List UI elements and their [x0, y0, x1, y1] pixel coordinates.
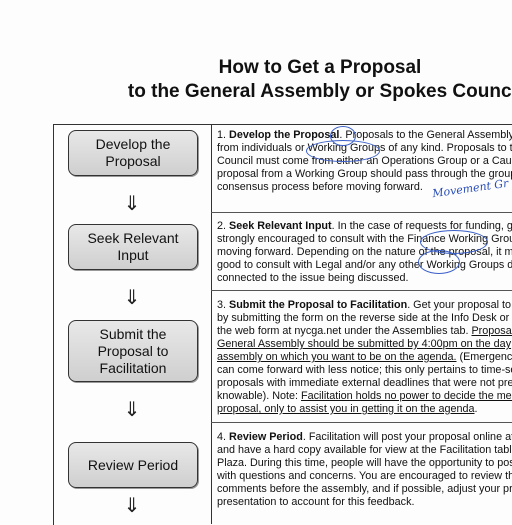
flow-box-line: Review Period: [88, 457, 178, 473]
down-arrow-icon: ⇓: [122, 400, 142, 420]
step-number: 4.: [217, 431, 226, 443]
row-divider-1: [211, 212, 512, 213]
page-title-line-1: How to Get a Proposal: [0, 56, 512, 80]
flow-box-seek-input: Seek RelevantInput: [68, 224, 198, 270]
step-line: proposals with immediate external deadli…: [217, 377, 512, 389]
step-line: Facilitation holds no power to decide th…: [301, 390, 512, 402]
flow-box-line: Proposal to: [98, 343, 169, 359]
flow-box-line: Proposal: [105, 153, 160, 169]
step-title: Seek Relevant Input: [229, 220, 332, 232]
step-line: General Assembly should be submitted by …: [217, 338, 511, 350]
step-line: by submitting the form on the reverse si…: [217, 312, 509, 324]
step-number: 3.: [217, 299, 226, 311]
flow-box-line: Input: [117, 247, 148, 263]
step-4-text: 4. Review Period. Facilitation will post…: [217, 431, 512, 509]
step-line: .: [475, 403, 478, 415]
ink-circle: [306, 140, 380, 162]
step-line: and have a hard copy available for view …: [217, 444, 512, 456]
page-title-line-2: to the General Assembly or Spokes Counci…: [0, 80, 512, 104]
step-line: . Get your proposal to: [407, 299, 511, 311]
step-line: connected to the issue being discussed.: [217, 272, 408, 284]
step-line: assembly on which you want to be on the …: [217, 351, 457, 363]
step-line: presentation to account for this feedbac…: [217, 496, 414, 508]
step-title: Develop the Proposal: [229, 129, 339, 141]
step-number: 1.: [217, 129, 226, 141]
step-line: . In the case of requests for funding, g: [332, 220, 512, 232]
step-line: Proposals to the General Assembly: [345, 129, 512, 141]
step-line: can come forward with less notice; this …: [217, 364, 512, 376]
step-line: the web form at nycga.net under the Asse…: [217, 325, 471, 337]
flow-box-line: Develop the: [96, 136, 171, 152]
step-line: proposal, only to assist you in getting …: [217, 403, 475, 415]
down-arrow-icon: ⇓: [122, 496, 142, 516]
step-line: Proposal: [471, 325, 512, 337]
step-line: . Facilitation will post your proposal o…: [303, 431, 512, 443]
down-arrow-icon: ⇓: [122, 194, 142, 214]
step-line: comments before the assembly, and if pos…: [217, 483, 512, 495]
flow-box-line: Seek Relevant: [87, 230, 178, 246]
row-divider-3: [211, 422, 512, 423]
step-line: good to consult with Legal and/or any ot…: [217, 259, 512, 271]
step-number: 2.: [217, 220, 226, 232]
flow-box-submit: Submit theProposal toFacilitation: [68, 320, 198, 382]
ink-circle: [418, 250, 460, 274]
row-divider-2: [211, 290, 512, 291]
step-title: Review Period: [229, 431, 303, 443]
step-title: Submit the Proposal to Facilitation: [229, 299, 407, 311]
flow-box-develop: Develop theProposal: [68, 130, 198, 176]
flow-box-review: Review Period: [68, 442, 198, 488]
down-arrow-icon: ⇓: [122, 288, 142, 308]
step-line: proposal from a Working Group should pas…: [217, 168, 512, 180]
step-line: with questions and concerns. You are enc…: [217, 470, 512, 482]
step-line: consensus process before moving forward.: [217, 181, 423, 193]
flow-box-line: Submit the: [100, 326, 167, 342]
step-line: knowable). Note:: [217, 390, 301, 402]
step-line: (Emergency: [457, 351, 512, 363]
flow-box-line: Facilitation: [100, 360, 167, 376]
step-3-text: 3. Submit the Proposal to Facilitation. …: [217, 299, 512, 416]
step-line: Plaza. During this time, people will hav…: [217, 457, 512, 469]
column-divider: [211, 124, 212, 524]
